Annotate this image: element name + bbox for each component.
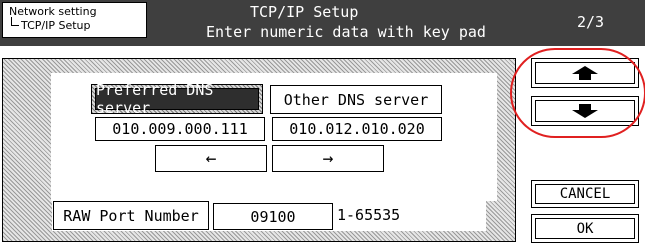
preferred-dns-button[interactable]: Preferred DNS server — [91, 81, 263, 117]
breadcrumb-child: TCP/IP Setup — [9, 19, 91, 32]
tcpip-setup-screen: Network setting TCP/IP Setup TCP/IP Setu… — [0, 0, 645, 243]
ok-button[interactable]: OK — [531, 214, 639, 243]
raw-port-range: 1-65535 — [337, 206, 401, 224]
breadcrumb-child-label: TCP/IP Setup — [21, 19, 91, 32]
other-dns-field[interactable]: 010.012.010.020 — [272, 117, 442, 141]
raw-port-label: RAW Port Number — [63, 206, 199, 225]
other-dns-button[interactable]: Other DNS server — [270, 85, 442, 114]
arrow-down-icon — [572, 104, 598, 118]
breadcrumb: Network setting TCP/IP Setup — [2, 2, 147, 38]
raw-port-button[interactable]: RAW Port Number — [53, 201, 209, 230]
page-down-button[interactable] — [531, 96, 639, 126]
preferred-dns-label: Preferred DNS server — [95, 81, 259, 117]
cursor-right-button[interactable]: → — [272, 145, 384, 172]
cancel-button[interactable]: CANCEL — [531, 180, 639, 208]
raw-port-field[interactable]: 09100 — [213, 203, 333, 230]
page-indicator: 2/3 — [577, 13, 605, 31]
arrow-right-icon: → — [322, 148, 334, 169]
other-dns-label: Other DNS server — [283, 90, 429, 109]
cursor-left-button[interactable]: ← — [155, 145, 267, 172]
page-up-inner — [535, 62, 635, 84]
page-up-button[interactable] — [531, 58, 639, 88]
page-title: TCP/IP Setup — [250, 3, 359, 21]
header-bar: Network setting TCP/IP Setup TCP/IP Setu… — [0, 0, 645, 46]
breadcrumb-parent: Network setting — [9, 5, 97, 18]
cancel-label: CANCEL — [535, 184, 635, 204]
arrow-up-icon — [572, 66, 598, 80]
ok-label: OK — [535, 218, 635, 239]
preferred-dns-field[interactable]: 010.009.000.111 — [95, 117, 265, 141]
page-down-inner — [535, 100, 635, 122]
page-instruction: Enter numeric data with key pad — [206, 23, 486, 41]
arrow-left-icon: ← — [205, 148, 217, 169]
